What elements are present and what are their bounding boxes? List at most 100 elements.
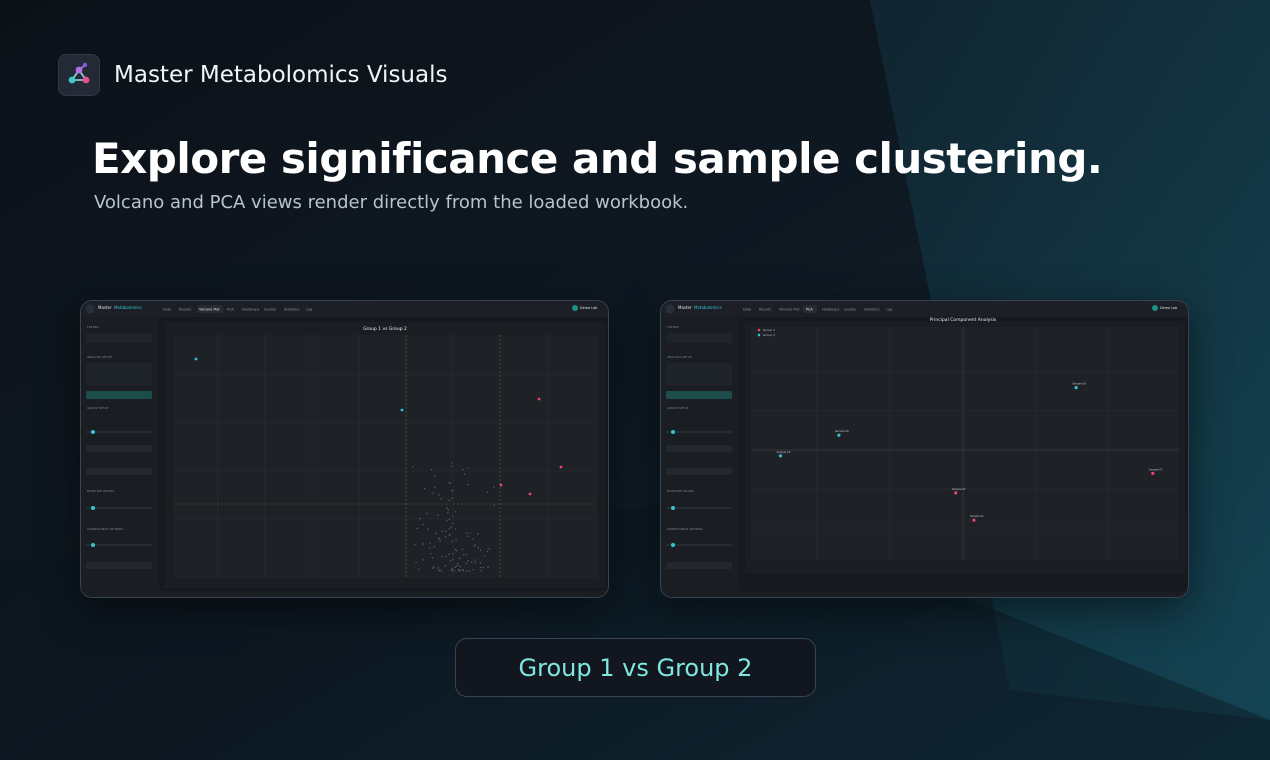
tab-data[interactable]: Data xyxy=(743,308,751,312)
volcano-point xyxy=(474,559,476,561)
user-avatar[interactable] xyxy=(1152,305,1158,311)
volcano-point xyxy=(480,570,483,572)
tab-results[interactable]: Results xyxy=(179,308,191,312)
hero-headline: Explore significance and sample clusteri… xyxy=(92,134,1103,183)
sidebar-section-setup: ANALYSIS SETUP xyxy=(87,355,112,359)
volcano-point[interactable] xyxy=(194,357,198,361)
pca-screenshot: Master Metabolomics Data Results Volcano… xyxy=(660,300,1189,598)
volcano-point[interactable] xyxy=(499,483,503,487)
tab-quality[interactable]: Quality xyxy=(844,308,856,312)
analysis-button[interactable] xyxy=(86,391,152,399)
volcano-point xyxy=(459,569,461,572)
volcano-point xyxy=(448,553,450,555)
volcano-point xyxy=(426,512,428,515)
slider-handle[interactable] xyxy=(671,430,675,434)
group-a-select[interactable] xyxy=(86,445,152,452)
pca-point[interactable] xyxy=(778,454,783,458)
volcano-point xyxy=(418,568,420,570)
volcano-point xyxy=(468,570,471,572)
tab-data[interactable]: Data xyxy=(163,308,171,312)
p-value-select[interactable] xyxy=(86,562,152,569)
volcano-point xyxy=(479,566,482,569)
sidebar xyxy=(81,317,159,597)
pca-point[interactable] xyxy=(1074,386,1078,390)
volcano-app-preview: Master Metabolomics Data Results Volcano… xyxy=(81,301,608,597)
volcano-point xyxy=(448,481,450,484)
slider-handle[interactable] xyxy=(91,543,95,547)
pca-point[interactable] xyxy=(837,433,841,437)
comparison-label: Group 1 vs Group 2 xyxy=(518,653,753,682)
legend-group-1: Group 1 xyxy=(763,328,775,332)
volcano-point xyxy=(462,468,464,471)
pca-point[interactable] xyxy=(954,491,958,495)
group-b-select[interactable] xyxy=(666,468,732,475)
legend-group-2: Group 2 xyxy=(763,333,775,337)
p-value-select[interactable] xyxy=(666,562,732,569)
volcano-point xyxy=(439,540,441,542)
analysis-button[interactable] xyxy=(666,391,732,399)
volcano-point xyxy=(422,523,424,526)
volcano-point[interactable] xyxy=(559,465,563,469)
volcano-point xyxy=(486,550,489,553)
volcano-point xyxy=(430,468,433,471)
pca-point[interactable] xyxy=(972,518,976,522)
group-a-select[interactable] xyxy=(666,445,732,452)
slider-handle[interactable] xyxy=(671,543,675,547)
volcano-point[interactable] xyxy=(400,408,404,412)
slider-handle[interactable] xyxy=(91,506,95,510)
tab-results[interactable]: Results xyxy=(759,308,771,312)
tab-statistics[interactable]: Statistics xyxy=(864,308,880,312)
user-name: Demo Lab xyxy=(1160,306,1177,310)
volcano-point xyxy=(441,556,443,558)
sidebar-section-baseline: BASELINE VALUES xyxy=(87,489,114,493)
volcano-point[interactable] xyxy=(528,492,532,496)
slider-handle[interactable] xyxy=(91,430,95,434)
volcano-point xyxy=(448,499,450,502)
sidebar-section-filters: FILTERS xyxy=(667,325,679,329)
pca-app-preview: Master Metabolomics Data Results Volcano… xyxy=(661,301,1188,597)
volcano-point xyxy=(479,562,482,564)
volcano-point[interactable] xyxy=(537,397,541,401)
tab-statistics[interactable]: Statistics xyxy=(284,308,300,312)
volcano-point xyxy=(423,488,426,490)
group-b-select[interactable] xyxy=(86,468,152,475)
volcano-point xyxy=(419,517,421,520)
volcano-point xyxy=(433,475,436,477)
volcano-point xyxy=(412,466,414,468)
volcano-point xyxy=(448,518,450,520)
volcano-point xyxy=(486,491,488,494)
tab-volcano-plot[interactable]: Volcano Plot xyxy=(779,308,800,312)
volcano-point xyxy=(472,569,475,571)
volcano-point xyxy=(454,548,457,551)
tab-volcano-plot[interactable]: Volcano Plot xyxy=(199,308,220,312)
tab-heatmaps[interactable]: Heatmaps xyxy=(822,308,840,312)
volcano-point xyxy=(450,569,452,571)
volcano-point xyxy=(415,562,417,564)
app-brand: Master xyxy=(678,305,692,310)
volcano-point xyxy=(451,462,453,464)
app-brand: Master xyxy=(98,305,112,310)
tab-quality[interactable]: Quality xyxy=(264,308,276,312)
app-logo xyxy=(58,54,100,96)
volcano-point xyxy=(463,473,466,476)
volcano-point xyxy=(456,562,458,565)
pca-point[interactable] xyxy=(1151,471,1155,475)
tab-log[interactable]: Log xyxy=(306,308,312,312)
volcano-point xyxy=(437,570,440,572)
volcano-point xyxy=(451,540,453,542)
tab-pca[interactable]: PCA xyxy=(806,308,813,312)
comparison-pill[interactable]: Group 1 vs Group 2 xyxy=(455,638,816,697)
user-avatar[interactable] xyxy=(572,305,578,311)
volcano-point xyxy=(457,564,460,566)
volcano-point xyxy=(431,557,434,559)
slider-handle[interactable] xyxy=(671,506,675,510)
tab-log[interactable]: Log xyxy=(886,308,892,312)
volcano-point xyxy=(441,570,443,572)
volcano-point xyxy=(448,528,450,530)
volcano-point xyxy=(467,535,469,537)
tab-pca[interactable]: PCA xyxy=(227,308,234,312)
tab-heatmaps[interactable]: Heatmaps xyxy=(242,308,260,312)
app-logo-mini xyxy=(85,304,95,314)
volcano-point xyxy=(433,566,435,568)
volcano-point xyxy=(445,555,448,558)
